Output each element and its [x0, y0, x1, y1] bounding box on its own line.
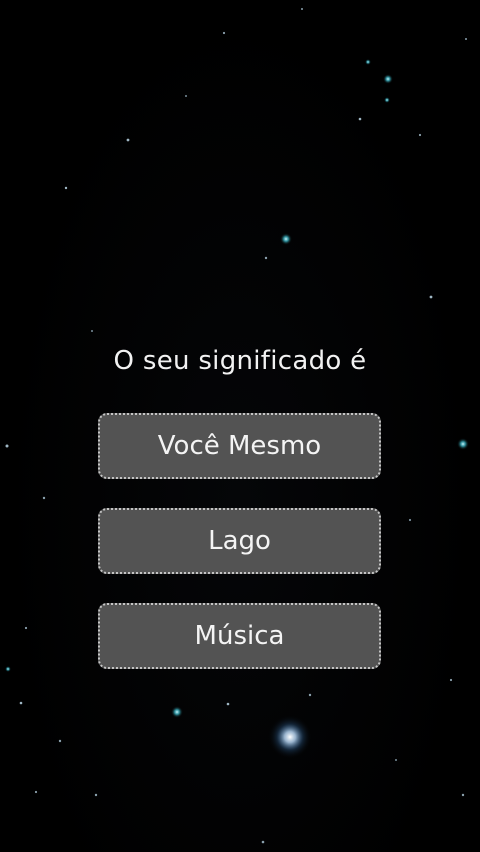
star [429, 295, 433, 299]
star [301, 8, 303, 10]
star [308, 693, 312, 697]
star [185, 95, 187, 97]
answer-option-voce-mesmo[interactable]: Você Mesmo [98, 413, 381, 479]
star [171, 706, 183, 718]
answer-option-musica[interactable]: Música [98, 603, 381, 669]
star [5, 666, 11, 672]
star [358, 117, 362, 121]
quiz-screen: O seu significado é Você Mesmo Lago Músi… [0, 0, 480, 852]
star [449, 678, 453, 682]
star [5, 444, 9, 448]
star [383, 74, 393, 84]
star [264, 256, 268, 260]
star [461, 793, 465, 797]
star [280, 233, 292, 245]
star [94, 793, 98, 797]
answer-option-label: Lago [208, 526, 271, 556]
star [261, 840, 265, 844]
star [226, 702, 230, 706]
star [34, 790, 38, 794]
star [58, 739, 62, 743]
star [126, 138, 130, 142]
answer-option-lago[interactable]: Lago [98, 508, 381, 574]
answer-option-label: Música [194, 621, 285, 651]
star [19, 701, 23, 705]
star [91, 330, 93, 332]
question-text: O seu significado é [113, 346, 367, 376]
star [418, 133, 422, 137]
star [268, 715, 312, 759]
star [365, 59, 371, 65]
star [395, 759, 397, 761]
star [408, 518, 412, 522]
star [384, 97, 390, 103]
star [64, 186, 68, 190]
star [222, 31, 226, 35]
answer-option-label: Você Mesmo [157, 431, 322, 461]
star [24, 626, 28, 630]
star [42, 496, 46, 500]
star [457, 438, 469, 450]
star [465, 38, 467, 40]
